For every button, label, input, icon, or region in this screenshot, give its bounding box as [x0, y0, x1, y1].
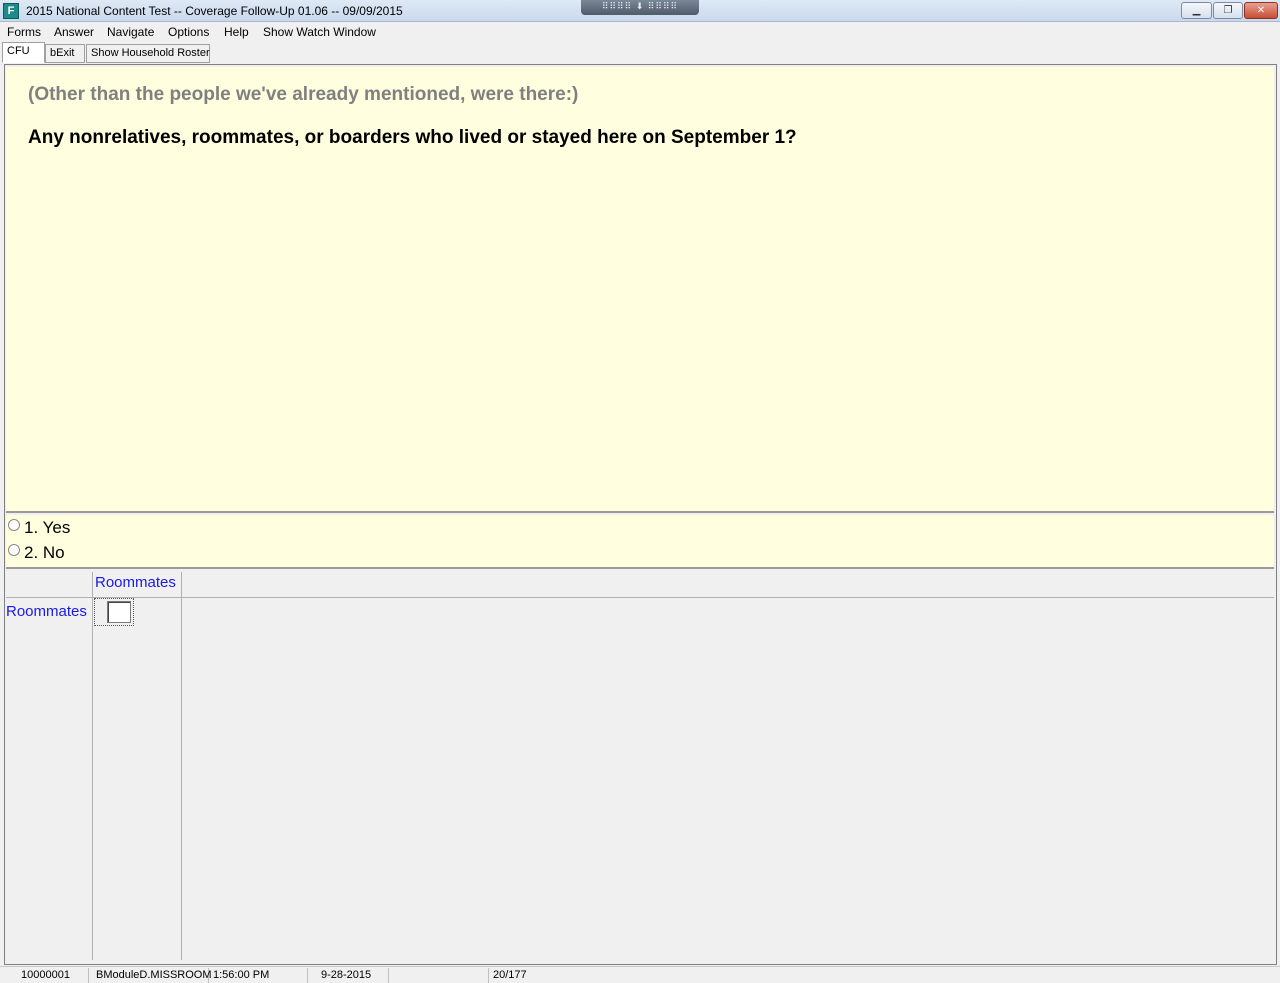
- menu-forms[interactable]: Forms: [7, 25, 41, 39]
- answer-label: 1. Yes: [24, 518, 71, 537]
- roster-grid: Roommates Roommates: [6, 572, 1274, 960]
- tab-row: CFU bExit Show Household Roster: [0, 42, 1280, 64]
- status-field-name: BModuleD.MISSROOM: [92, 968, 212, 983]
- question-pane: (Other than the people we've already men…: [6, 67, 1274, 513]
- answer-option-no[interactable]: 2. No: [8, 543, 65, 567]
- grid-divider: [92, 572, 93, 960]
- roommates-input[interactable]: [107, 601, 131, 623]
- radio-button[interactable]: [8, 544, 20, 556]
- radio-button[interactable]: [8, 519, 20, 531]
- menu-bar: Forms Answer Navigate Options Help Show …: [0, 22, 1280, 42]
- question-text: Any nonrelatives, roommates, or boarders…: [28, 127, 797, 148]
- remote-session-bar[interactable]: ⠿⠿⠿⠿ ⬇ ⠿⠿⠿⠿: [581, 0, 699, 15]
- app-icon: F: [3, 3, 19, 19]
- window-title: 2015 National Content Test -- Coverage F…: [26, 4, 403, 18]
- status-case-id: 10000001: [17, 968, 89, 983]
- menu-show-watch-window[interactable]: Show Watch Window: [263, 25, 376, 39]
- grid-cell[interactable]: [94, 598, 134, 626]
- tab-show-household-roster[interactable]: Show Household Roster: [86, 44, 210, 63]
- minimize-button[interactable]: ▁: [1181, 2, 1212, 19]
- tab-cfu[interactable]: CFU: [2, 42, 45, 63]
- grid-divider: [6, 597, 1274, 598]
- status-date: 9-28-2015: [317, 968, 389, 983]
- status-bar: 10000001 BModuleD.MISSROOM 1:56:00 PM 9-…: [0, 966, 1280, 983]
- grid-row-header: Roommates: [6, 603, 87, 620]
- close-button[interactable]: ✕: [1244, 2, 1278, 19]
- menu-options[interactable]: Options: [168, 25, 209, 39]
- menu-navigate[interactable]: Navigate: [107, 25, 154, 39]
- menu-help[interactable]: Help: [224, 25, 249, 39]
- title-bar: F 2015 National Content Test -- Coverage…: [0, 0, 1280, 22]
- answer-option-yes[interactable]: 1. Yes: [8, 518, 70, 542]
- status-time: 1:56:00 PM: [209, 968, 308, 983]
- restore-button[interactable]: ❐: [1213, 2, 1243, 19]
- status-blank: [389, 968, 489, 983]
- answer-pane: 1. Yes 2. No: [6, 515, 1274, 569]
- grid-divider: [181, 572, 182, 960]
- grid-column-header: Roommates: [95, 574, 176, 591]
- tab-bexit[interactable]: bExit: [45, 44, 85, 63]
- answer-label: 2. No: [24, 543, 65, 562]
- menu-answer[interactable]: Answer: [54, 25, 94, 39]
- status-position: 20/177: [493, 969, 527, 981]
- question-preamble: (Other than the people we've already men…: [28, 84, 579, 105]
